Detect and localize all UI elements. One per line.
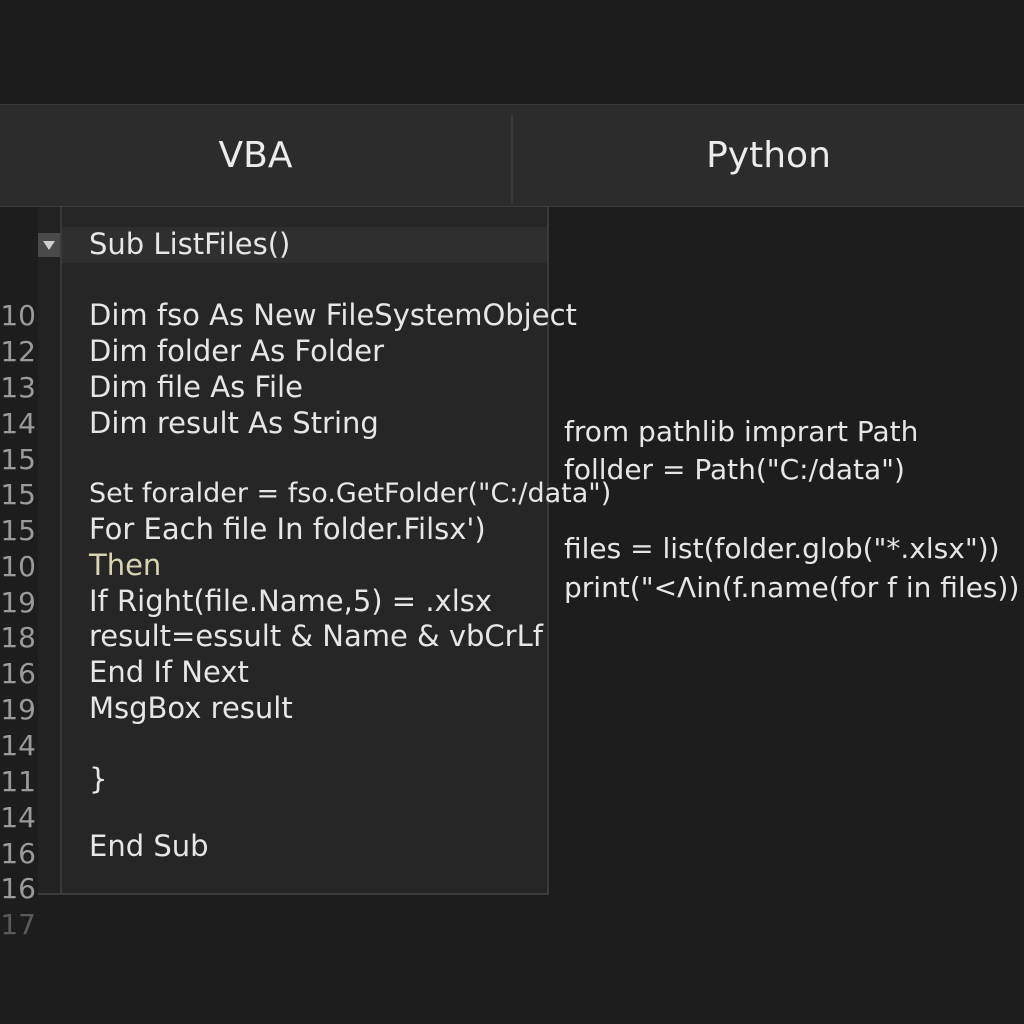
code-line: If Right(file.Name,5) = .xlsx xyxy=(89,584,493,618)
fold-arrow-icon[interactable] xyxy=(38,233,60,257)
line-number: 14 xyxy=(0,407,36,440)
code-line: Dim fso As New FileSystemObject xyxy=(89,298,577,332)
line-number: 16 xyxy=(0,872,36,905)
line-number: 11 xyxy=(0,765,36,798)
tab-vba[interactable]: VBA xyxy=(0,105,511,206)
code-line: For Each file In folder.Filsx') xyxy=(89,512,486,546)
top-band xyxy=(0,0,1024,104)
line-number: 15 xyxy=(0,443,36,476)
tab-bar: VBA Python xyxy=(0,104,1024,207)
code-line: Sub ListFiles() xyxy=(89,227,291,261)
code-line: Dim result As String xyxy=(89,406,379,440)
fold-gutter xyxy=(38,207,62,893)
code-line: End Sub xyxy=(89,829,209,863)
line-number: 16 xyxy=(0,657,36,690)
line-number: 13 xyxy=(0,371,36,404)
line-number: 12 xyxy=(0,335,36,368)
line-number: 10 xyxy=(0,550,36,583)
code-line: Set foralder = fso.GetFolder("C:/data") xyxy=(89,478,612,509)
line-number: 17 xyxy=(0,908,36,941)
code-line: follder = Path("C:/data") xyxy=(564,453,905,486)
line-number: 16 xyxy=(0,837,36,870)
line-number: 19 xyxy=(0,693,36,726)
line-number: 19 xyxy=(0,586,36,619)
code-line: files = list(folder.glob("*.xlsx")) xyxy=(564,532,1000,565)
line-number: 14 xyxy=(0,729,36,762)
code-line: End If Next xyxy=(89,655,249,689)
code-line: Dim folder As Folder xyxy=(89,334,385,368)
code-line: Then xyxy=(89,548,162,582)
line-number: 10 xyxy=(0,299,36,332)
tab-python[interactable]: Python xyxy=(513,105,1024,206)
line-number: 18 xyxy=(0,621,36,654)
line-number: 15 xyxy=(0,514,36,547)
code-line: Dim file As File xyxy=(89,370,303,404)
code-line: MsgBox result xyxy=(89,691,293,725)
code-line: print("<Λin(f.name(for f in files)) xyxy=(564,571,1020,604)
code-line: } xyxy=(89,762,108,796)
code-line: from pathlib imprart Path xyxy=(564,415,919,448)
line-number: 14 xyxy=(0,801,36,834)
code-line: result=essult & Name & vbCrLf xyxy=(89,619,543,653)
line-number-gutter: 10 12 13 14 15 15 15 10 19 18 16 19 14 1… xyxy=(0,207,38,947)
line-number: 15 xyxy=(0,478,36,511)
